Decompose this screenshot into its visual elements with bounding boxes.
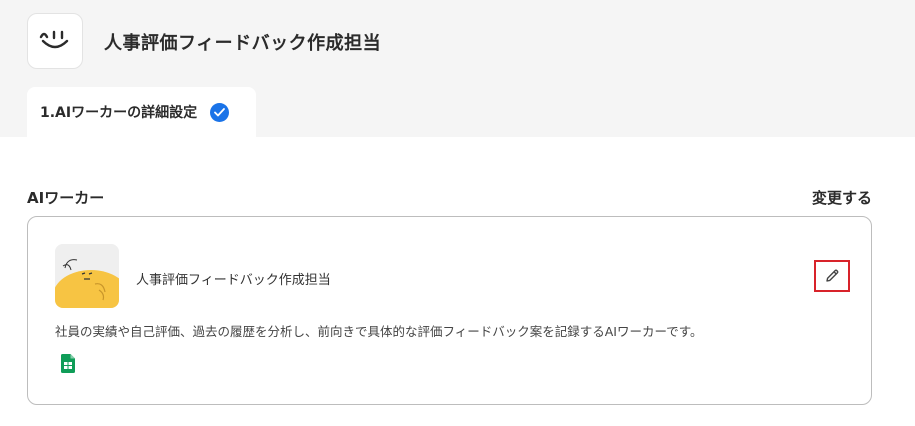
app-title: 人事評価フィードバック作成担当 xyxy=(104,33,382,54)
worker-description: 社員の実績や自己評価、過去の履歴を分析し、前向きで具体的な評価フィードバック案を… xyxy=(55,324,703,339)
step-tab-ai-worker-settings[interactable]: 1.AIワーカーの詳細設定 xyxy=(27,87,256,137)
worker-card: 人事評価フィードバック作成担当 社員の実績や自己評価、過去の履歴を分析し、前向き… xyxy=(27,216,872,405)
check-circle-icon xyxy=(210,102,230,122)
change-button[interactable]: 変更する xyxy=(812,187,872,208)
yellow-character-avatar xyxy=(55,244,119,308)
pencil-icon xyxy=(826,269,839,282)
worker-name: 人事評価フィードバック作成担当 xyxy=(136,273,331,288)
step-label: 1.AIワーカーの詳細設定 xyxy=(40,105,198,121)
smile-face-icon xyxy=(39,30,69,49)
edit-button[interactable] xyxy=(814,260,850,292)
worker-avatar xyxy=(55,244,119,308)
google-sheets-icon xyxy=(61,354,75,377)
section-title: AIワーカー xyxy=(27,189,105,207)
app-logo xyxy=(27,13,83,69)
